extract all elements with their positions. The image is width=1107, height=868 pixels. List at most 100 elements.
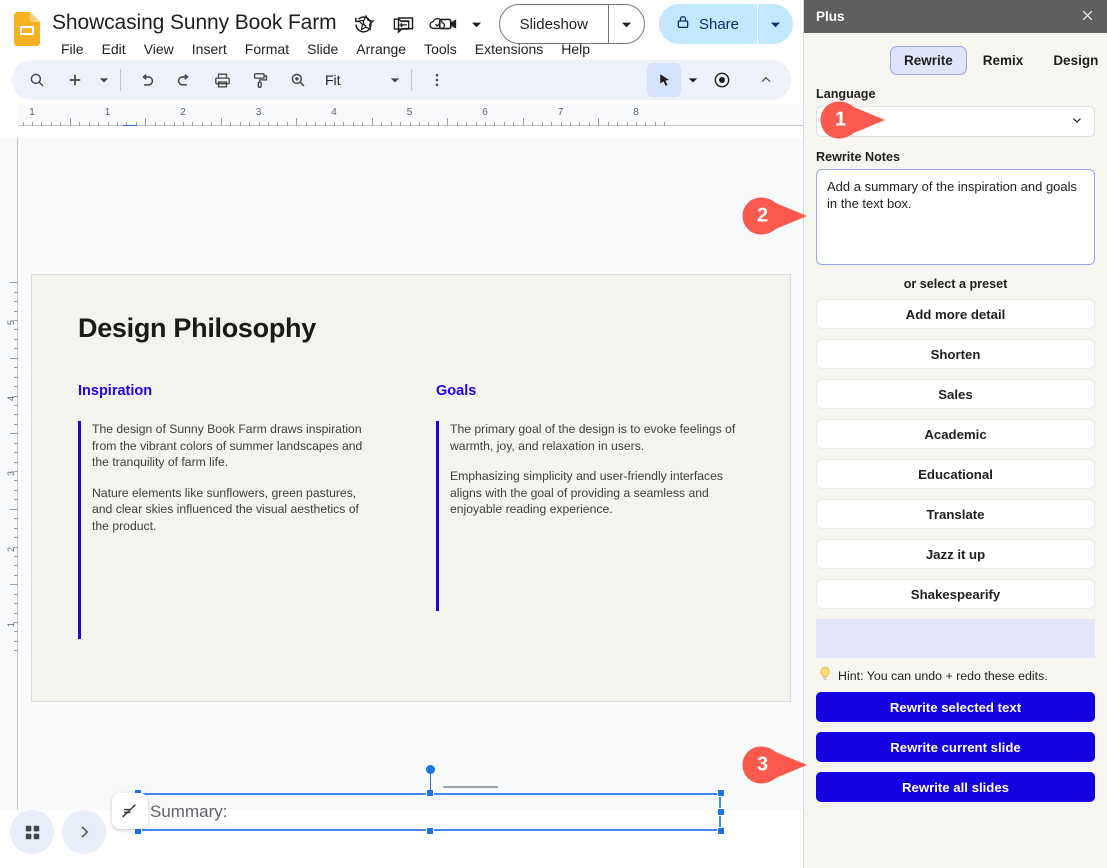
ruler-tick — [551, 122, 553, 126]
paint-format-icon[interactable] — [243, 63, 277, 97]
tab-remix[interactable]: Remix — [969, 46, 1038, 75]
menu-item-slide[interactable]: Slide — [298, 39, 347, 59]
slide-canvas[interactable]: Design Philosophy Inspiration The design… — [18, 138, 803, 835]
ruler-tick — [503, 122, 505, 126]
ruler-tick — [334, 122, 335, 126]
horizontal-ruler[interactable]: 1 1 2 3 4 5 6 7 8 — [18, 104, 803, 126]
preset-educational[interactable]: Educational — [816, 459, 1095, 489]
slide-title[interactable]: Design Philosophy — [78, 313, 316, 344]
resize-handle-mr[interactable] — [717, 808, 725, 816]
preset-sales[interactable]: Sales — [816, 379, 1095, 409]
vruler-tick — [10, 282, 18, 284]
ruler-tick — [541, 122, 543, 126]
ruler-number: 2 — [180, 107, 186, 118]
resize-handle-br[interactable] — [717, 827, 725, 835]
comment-icon[interactable] — [387, 5, 425, 43]
ruler-tick — [485, 122, 486, 126]
meet-caret-icon[interactable] — [467, 7, 487, 41]
preset-shakespearify[interactable]: Shakespearify — [816, 579, 1095, 609]
column-paragraph[interactable]: The design of Sunny Book Farm draws insp… — [92, 421, 378, 471]
redo-icon[interactable] — [167, 63, 201, 97]
preset-shorten[interactable]: Shorten — [816, 339, 1095, 369]
ruler-tick — [569, 122, 571, 126]
rewrite-notes-input[interactable] — [816, 169, 1095, 265]
undo-icon[interactable] — [129, 63, 163, 97]
selected-text-box[interactable]: Summary: — [112, 765, 725, 835]
resize-handle-tr[interactable] — [717, 789, 725, 797]
column-body[interactable]: The design of Sunny Book Farm draws insp… — [78, 421, 378, 639]
preset-add-more-detail[interactable]: Add more detail — [816, 299, 1095, 329]
preset-jazz-it-up[interactable]: Jazz it up — [816, 539, 1095, 569]
ruler-tick — [60, 122, 62, 126]
ruler-tick — [107, 122, 109, 126]
google-slides-app: Showcasing Sunny Book Farm File Edit Vie… — [0, 0, 803, 868]
ruler-tick — [249, 122, 251, 126]
search-icon[interactable] — [20, 63, 54, 97]
tab-rewrite[interactable]: Rewrite — [890, 45, 967, 75]
grid-view-icon[interactable] — [10, 810, 54, 854]
ruler-tick — [579, 122, 581, 126]
ruler-tick — [626, 122, 628, 126]
cursor-caret-icon[interactable] — [683, 64, 703, 96]
slide-surface[interactable]: Design Philosophy Inspiration The design… — [31, 274, 791, 835]
cursor-select-icon[interactable] — [647, 63, 681, 97]
laser-pointer-icon[interactable] — [705, 63, 739, 97]
callout-pin-2: 2 — [742, 197, 808, 235]
ruler-number: 5 — [406, 107, 413, 118]
ruler-tick — [154, 122, 156, 126]
share-group: Share — [658, 4, 793, 44]
ruler-tick — [390, 122, 392, 126]
rotate-handle-icon[interactable] — [425, 765, 435, 774]
toolbar-divider — [120, 69, 121, 91]
panel-body: Rewrite Remix Design Language English Re… — [804, 33, 1107, 868]
ruler-tick — [475, 122, 477, 126]
collapse-toolbar-icon[interactable] — [749, 63, 783, 97]
column-heading[interactable]: Inspiration — [78, 383, 378, 399]
column-heading[interactable]: Goals — [436, 383, 736, 399]
ruler-tick — [645, 122, 647, 126]
rewrite-selected-text-button[interactable]: Rewrite selected text — [816, 692, 1095, 722]
menu-item-insert[interactable]: Insert — [183, 39, 236, 59]
add-slide-caret-icon[interactable] — [94, 64, 114, 96]
add-slide-icon[interactable] — [58, 63, 92, 97]
tab-design[interactable]: Design — [1039, 46, 1107, 75]
version-history-icon[interactable] — [345, 5, 383, 43]
slideshow-caret-icon[interactable] — [607, 5, 644, 43]
preset-translate[interactable]: Translate — [816, 499, 1095, 529]
zoom-caret-icon[interactable] — [385, 64, 405, 96]
rewrite-all-slides-button[interactable]: Rewrite all slides — [816, 772, 1095, 802]
resize-handle-bc[interactable] — [425, 827, 434, 835]
menu-item-file[interactable]: File — [52, 39, 93, 59]
column-body[interactable]: The primary goal of the design is to evo… — [436, 421, 736, 611]
more-vertical-icon[interactable] — [420, 63, 454, 97]
column-paragraph[interactable]: Emphasizing simplicity and user-friendly… — [450, 468, 736, 518]
ruler-tick — [230, 122, 232, 126]
ruler-tick — [183, 122, 184, 126]
hint-row: Hint: You can undo + redo these edits. — [816, 660, 1095, 692]
column-paragraph[interactable]: Nature elements like sunflowers, green p… — [92, 485, 378, 535]
share-button[interactable]: Share — [659, 4, 757, 44]
meet-group[interactable] — [429, 5, 487, 43]
video-camera-icon[interactable] — [429, 5, 467, 43]
callout-number: 3 — [757, 753, 769, 776]
column-accent-rule — [436, 421, 439, 611]
ruler-tick — [41, 122, 43, 126]
close-icon[interactable] — [1080, 8, 1095, 26]
print-icon[interactable] — [205, 63, 239, 97]
zoom-icon[interactable] — [281, 63, 315, 97]
share-caret-icon[interactable] — [757, 4, 793, 44]
ruler-tick — [352, 122, 354, 126]
column-paragraph[interactable]: The primary goal of the design is to evo… — [450, 421, 736, 454]
text-box-content[interactable]: Summary: — [150, 802, 227, 822]
menu-item-view[interactable]: View — [135, 39, 183, 59]
vertical-ruler[interactable]: 54321 — [0, 138, 18, 810]
zoom-level-label[interactable]: Fit — [317, 72, 349, 88]
format-options-icon[interactable] — [112, 793, 148, 829]
preset-academic[interactable]: Academic — [816, 419, 1095, 449]
document-title[interactable]: Showcasing Sunny Book Farm — [52, 11, 337, 35]
menu-item-format[interactable]: Format — [236, 39, 298, 59]
slideshow-button[interactable]: Slideshow — [500, 5, 608, 43]
menu-item-edit[interactable]: Edit — [93, 39, 135, 59]
expand-notes-icon[interactable] — [62, 810, 106, 854]
rewrite-current-slide-button[interactable]: Rewrite current slide — [816, 732, 1095, 762]
